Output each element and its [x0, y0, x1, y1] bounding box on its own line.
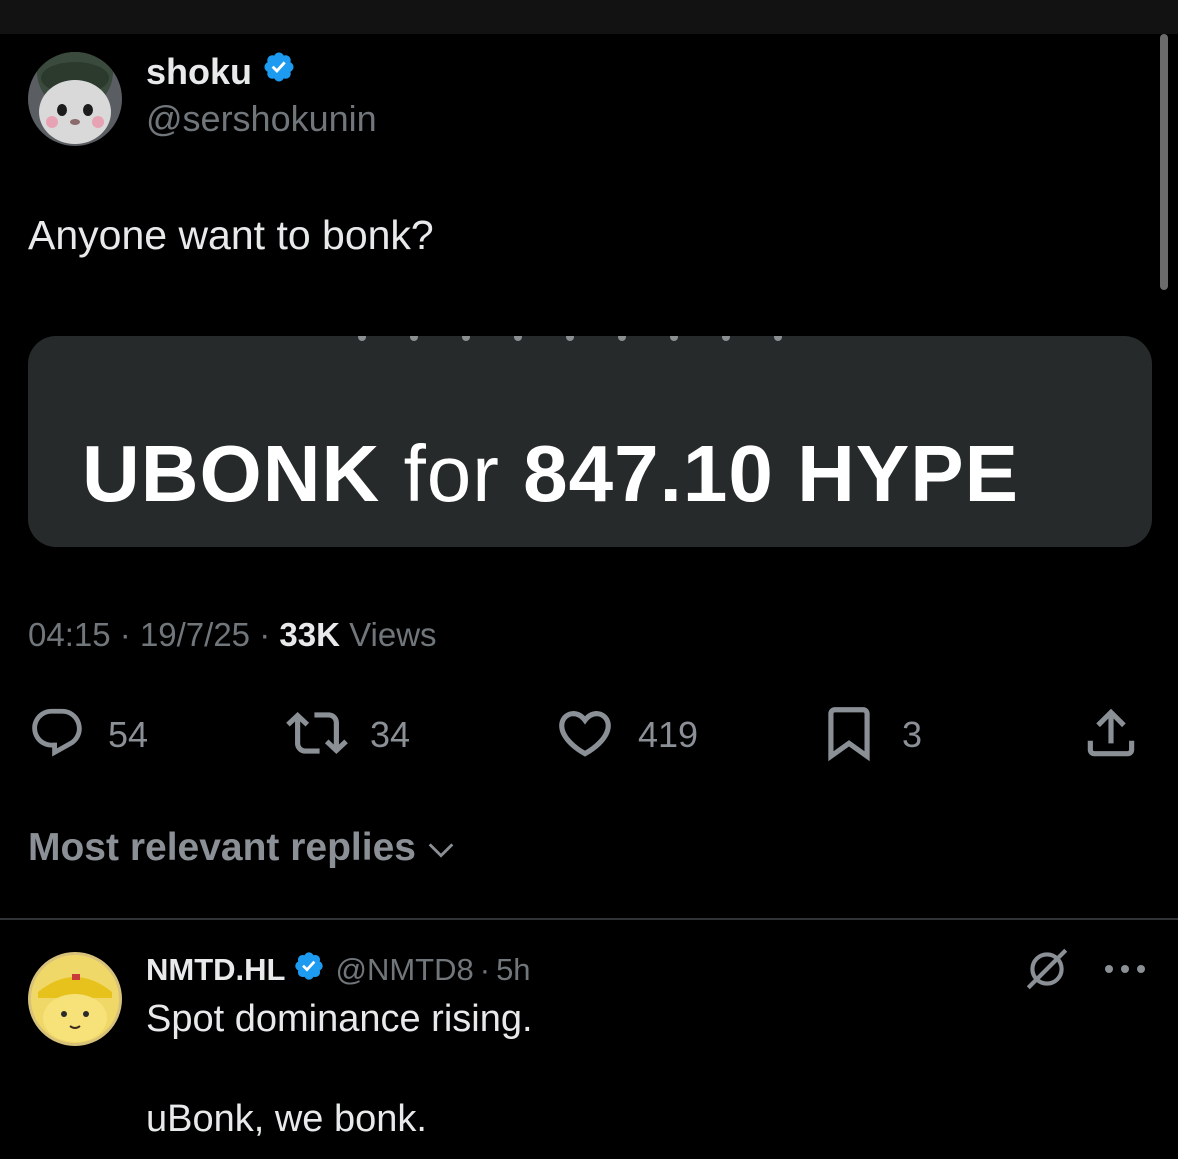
meta-separator: ·: [119, 616, 131, 653]
top-status-bar: [0, 0, 1178, 34]
reply-avatar[interactable]: [28, 952, 122, 1046]
reply-separator: ·: [479, 952, 491, 987]
media-dots-decoration: [358, 336, 782, 341]
scrollbar[interactable]: [1160, 34, 1168, 290]
tweet-media-image[interactable]: UBONK for 847.10 HYPE: [28, 336, 1152, 547]
media-amount: 847.10: [523, 429, 774, 518]
reply-text-line-1: Spot dominance rising.: [146, 998, 533, 1040]
reply-icon: [28, 704, 86, 767]
heart-icon: [554, 702, 616, 769]
reply-time[interactable]: 5h: [496, 952, 530, 988]
tweet-text: Anyone want to bonk?: [28, 212, 434, 258]
views-count[interactable]: 33K: [279, 616, 340, 653]
media-token: UBONK: [82, 429, 381, 518]
media-connector: for: [403, 429, 500, 518]
author-avatar[interactable]: [28, 52, 122, 146]
repost-icon: [286, 702, 348, 769]
author-name-row[interactable]: shoku: [146, 50, 296, 93]
reply-author-name[interactable]: NMTD.HL: [146, 952, 285, 988]
reply-count: 54: [108, 714, 149, 755]
reply-author-handle[interactable]: @NMTD8: [335, 952, 473, 988]
tweet-date[interactable]: 19/7/25: [140, 616, 250, 653]
bookmark-count: 3: [902, 714, 923, 755]
views-label: Views: [349, 616, 437, 653]
media-text-line: UBONK for 847.10 HYPE: [82, 428, 1019, 520]
tweet-time[interactable]: 04:15: [28, 616, 111, 653]
share-button[interactable]: [1080, 700, 1142, 770]
share-icon: [1080, 702, 1142, 769]
repost-button[interactable]: 34: [286, 700, 410, 770]
divider: [0, 918, 1178, 920]
repost-count: 34: [370, 714, 411, 755]
reply-header: NMTD.HL @NMTD8 · 5h: [146, 950, 531, 990]
verified-badge-icon: [262, 50, 296, 93]
reply-text-line-2: uBonk, we bonk.: [146, 1098, 427, 1140]
reply-button[interactable]: 54: [28, 700, 148, 770]
meta-separator: ·: [259, 616, 271, 653]
bookmark-button[interactable]: 3: [818, 700, 922, 770]
author-name[interactable]: shoku: [146, 51, 252, 93]
more-options-icon[interactable]: [1102, 962, 1148, 981]
like-count: 419: [638, 714, 699, 755]
author-handle[interactable]: @sershokunin: [146, 98, 377, 140]
media-currency: HYPE: [797, 429, 1019, 518]
replies-sort-label: Most relevant replies: [28, 826, 416, 869]
verified-badge-icon: [293, 950, 325, 990]
bookmark-icon: [818, 702, 880, 769]
replies-sort-dropdown[interactable]: Most relevant replies: [28, 826, 458, 870]
tweet-meta: 04:15 · 19/7/25 · 33K Views: [28, 616, 437, 654]
tweet-action-bar: 54 34 419 3: [0, 700, 1178, 770]
chevron-down-icon: [428, 843, 454, 858]
grok-icon[interactable]: [1022, 944, 1072, 999]
like-button[interactable]: 419: [554, 700, 698, 770]
